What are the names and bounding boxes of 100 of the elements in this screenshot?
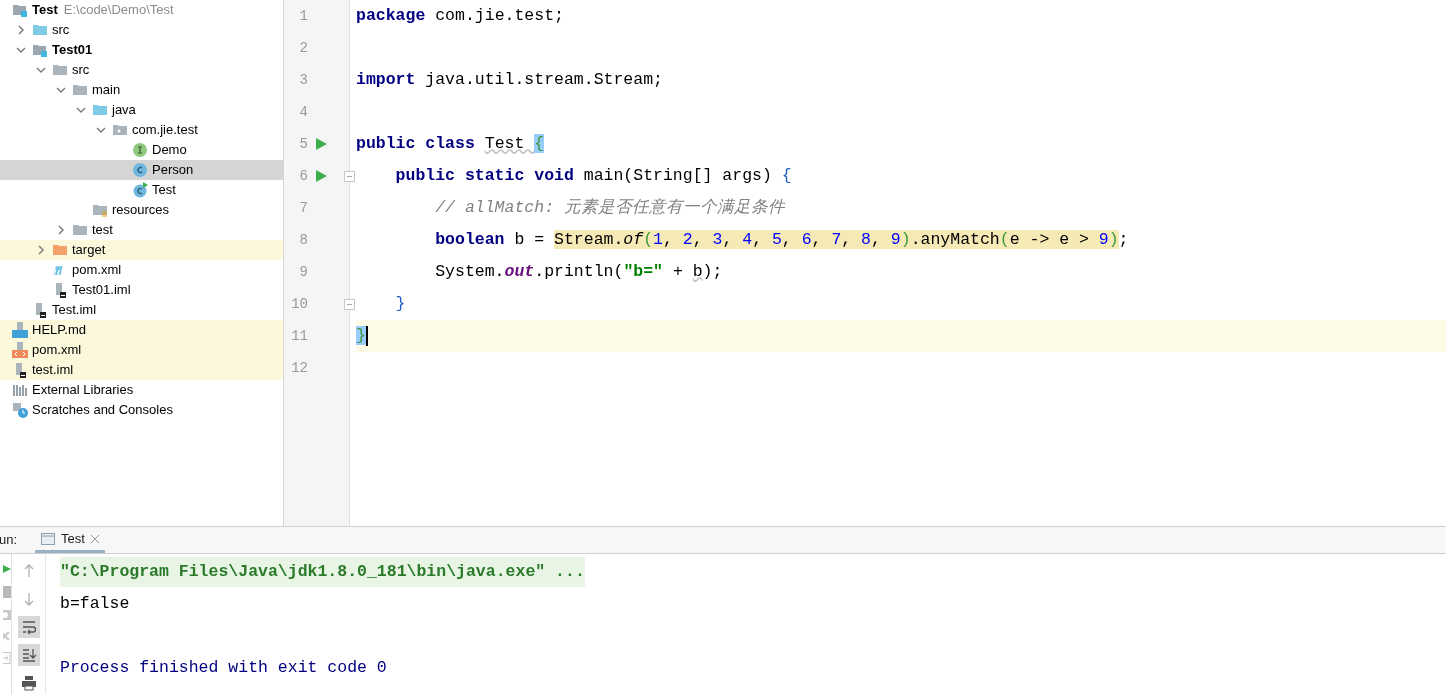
run-icon[interactable] xyxy=(315,170,327,182)
tree-item[interactable]: pom.xml xyxy=(0,260,283,280)
markdown-file-icon xyxy=(12,322,28,338)
tree-item[interactable]: HELP.md xyxy=(0,320,283,340)
console-command-line: "C:\Program Files\Java\jdk1.8.0_181\bin\java.exe" ... xyxy=(60,556,1446,588)
tree-item-label: Test xyxy=(152,181,176,200)
xml-file-icon xyxy=(12,342,28,358)
run-icon[interactable] xyxy=(3,562,11,576)
scroll-to-end-icon[interactable] xyxy=(17,644,40,666)
chevron-right-icon[interactable] xyxy=(56,225,66,235)
folder-icon xyxy=(92,102,108,118)
code-line: import java.util.stream.Stream; xyxy=(356,68,663,91)
project-path: E:\code\Demo\Test xyxy=(63,1,174,20)
tree-item[interactable]: target xyxy=(0,240,283,260)
tree-item[interactable]: java xyxy=(0,100,283,120)
resources-folder-icon xyxy=(92,202,108,218)
folder-icon xyxy=(32,22,48,38)
run-tab[interactable]: Test xyxy=(35,527,105,553)
chevron-down-icon[interactable] xyxy=(76,105,86,115)
text-cursor xyxy=(365,326,368,346)
run-panel-label: un: xyxy=(0,531,18,550)
tree-item[interactable]: Person xyxy=(0,160,283,180)
code-line: public static void main(String[] args) { xyxy=(394,164,792,187)
tree-item[interactable]: Scratches and Consoles xyxy=(0,400,283,420)
line-number: 1 xyxy=(298,6,308,26)
code-line: } xyxy=(394,292,406,315)
tree-item-label: src xyxy=(72,61,90,80)
tree-item[interactable]: resources xyxy=(0,200,283,220)
tree-item-label: pom.xml xyxy=(32,341,82,360)
fold-marker-icon[interactable] xyxy=(344,170,355,182)
runnable-class-icon xyxy=(132,182,148,198)
tree-item-label: Test01 xyxy=(52,41,93,60)
tree-item-label: test.iml xyxy=(32,361,74,380)
package-folder-icon xyxy=(112,122,128,138)
console-exit-line: Process finished with exit code 0 xyxy=(60,657,387,679)
tree-item-label: Test xyxy=(32,1,58,20)
tree-item[interactable]: Test E:\code\Demo\Test xyxy=(0,0,283,20)
line-number: 10 xyxy=(290,294,308,314)
chevron-down-icon[interactable] xyxy=(56,85,66,95)
tree-item[interactable]: pom.xml xyxy=(0,340,283,360)
tree-item-label: Test.iml xyxy=(52,301,97,320)
console-output-line: b=false xyxy=(60,593,130,615)
tree-item[interactable]: main xyxy=(0,80,283,100)
chevron-down-icon[interactable] xyxy=(16,45,26,55)
folder-icon xyxy=(52,62,68,78)
libraries-icon xyxy=(12,382,28,398)
tree-item-label: Test01.iml xyxy=(72,281,131,300)
tree-item-label: main xyxy=(92,81,121,100)
tree-item[interactable]: Demo xyxy=(0,140,283,160)
tree-item[interactable]: test.iml xyxy=(0,360,283,380)
tree-item[interactable]: Test01.iml xyxy=(0,280,283,300)
line-number: 11 xyxy=(290,326,308,346)
line-number: 5 xyxy=(298,134,308,154)
tree-item-label: test xyxy=(92,221,113,240)
close-icon[interactable] xyxy=(90,534,99,543)
module-folder-icon xyxy=(32,42,48,58)
tree-item-label: Demo xyxy=(152,141,187,160)
tree-item-label: pom.xml xyxy=(72,261,122,280)
line-number: 2 xyxy=(298,38,308,58)
tree-item[interactable]: External Libraries xyxy=(0,380,283,400)
line-number: 7 xyxy=(298,198,308,218)
tree-item[interactable]: Test.iml xyxy=(0,300,283,320)
folder-icon xyxy=(72,222,88,238)
console-window-icon xyxy=(41,532,56,545)
tree-item-label: HELP.md xyxy=(32,321,86,340)
chevron-right-icon[interactable] xyxy=(36,245,46,255)
line-number: 12 xyxy=(290,358,308,378)
code-line: package com.jie.test; xyxy=(356,4,564,27)
folder-icon xyxy=(52,242,68,258)
run-icon[interactable] xyxy=(315,138,327,150)
tree-item[interactable]: Test xyxy=(0,180,283,200)
chevron-down-icon[interactable] xyxy=(36,65,46,75)
tree-item[interactable]: test xyxy=(0,220,283,240)
line-number: 8 xyxy=(298,230,308,250)
code-line: // allMatch: 元素是否任意有一个满足条件 xyxy=(434,196,785,219)
line-number: 6 xyxy=(298,166,308,186)
interface-icon xyxy=(132,142,148,158)
code-line: System.out.println("b=" + b); xyxy=(434,260,723,283)
folder-icon xyxy=(72,82,88,98)
scratches-icon xyxy=(12,402,28,418)
tree-item-label: src xyxy=(52,21,70,40)
tree-item[interactable]: Test01 xyxy=(0,40,283,60)
tree-item-label: External Libraries xyxy=(32,381,134,400)
tree-item[interactable]: src xyxy=(0,60,283,80)
soft-wrap-icon[interactable] xyxy=(17,616,40,638)
line-number: 9 xyxy=(298,262,308,282)
tree-item-label: target xyxy=(72,241,106,260)
chevron-down-icon[interactable] xyxy=(96,125,106,135)
tree-item-label: resources xyxy=(112,201,170,220)
class-icon xyxy=(132,162,148,178)
tree-item-label: Person xyxy=(152,161,194,180)
chevron-right-icon[interactable] xyxy=(16,25,26,35)
tree-item[interactable]: src xyxy=(0,20,283,40)
tree-item[interactable]: com.jie.test xyxy=(0,120,283,140)
module-folder-icon xyxy=(12,2,28,18)
line-number: 4 xyxy=(298,102,308,122)
code-line: public class Test { xyxy=(356,132,545,155)
line-number: 3 xyxy=(298,70,308,90)
fold-marker-icon[interactable] xyxy=(344,298,355,310)
tree-item-label: java xyxy=(112,101,136,120)
